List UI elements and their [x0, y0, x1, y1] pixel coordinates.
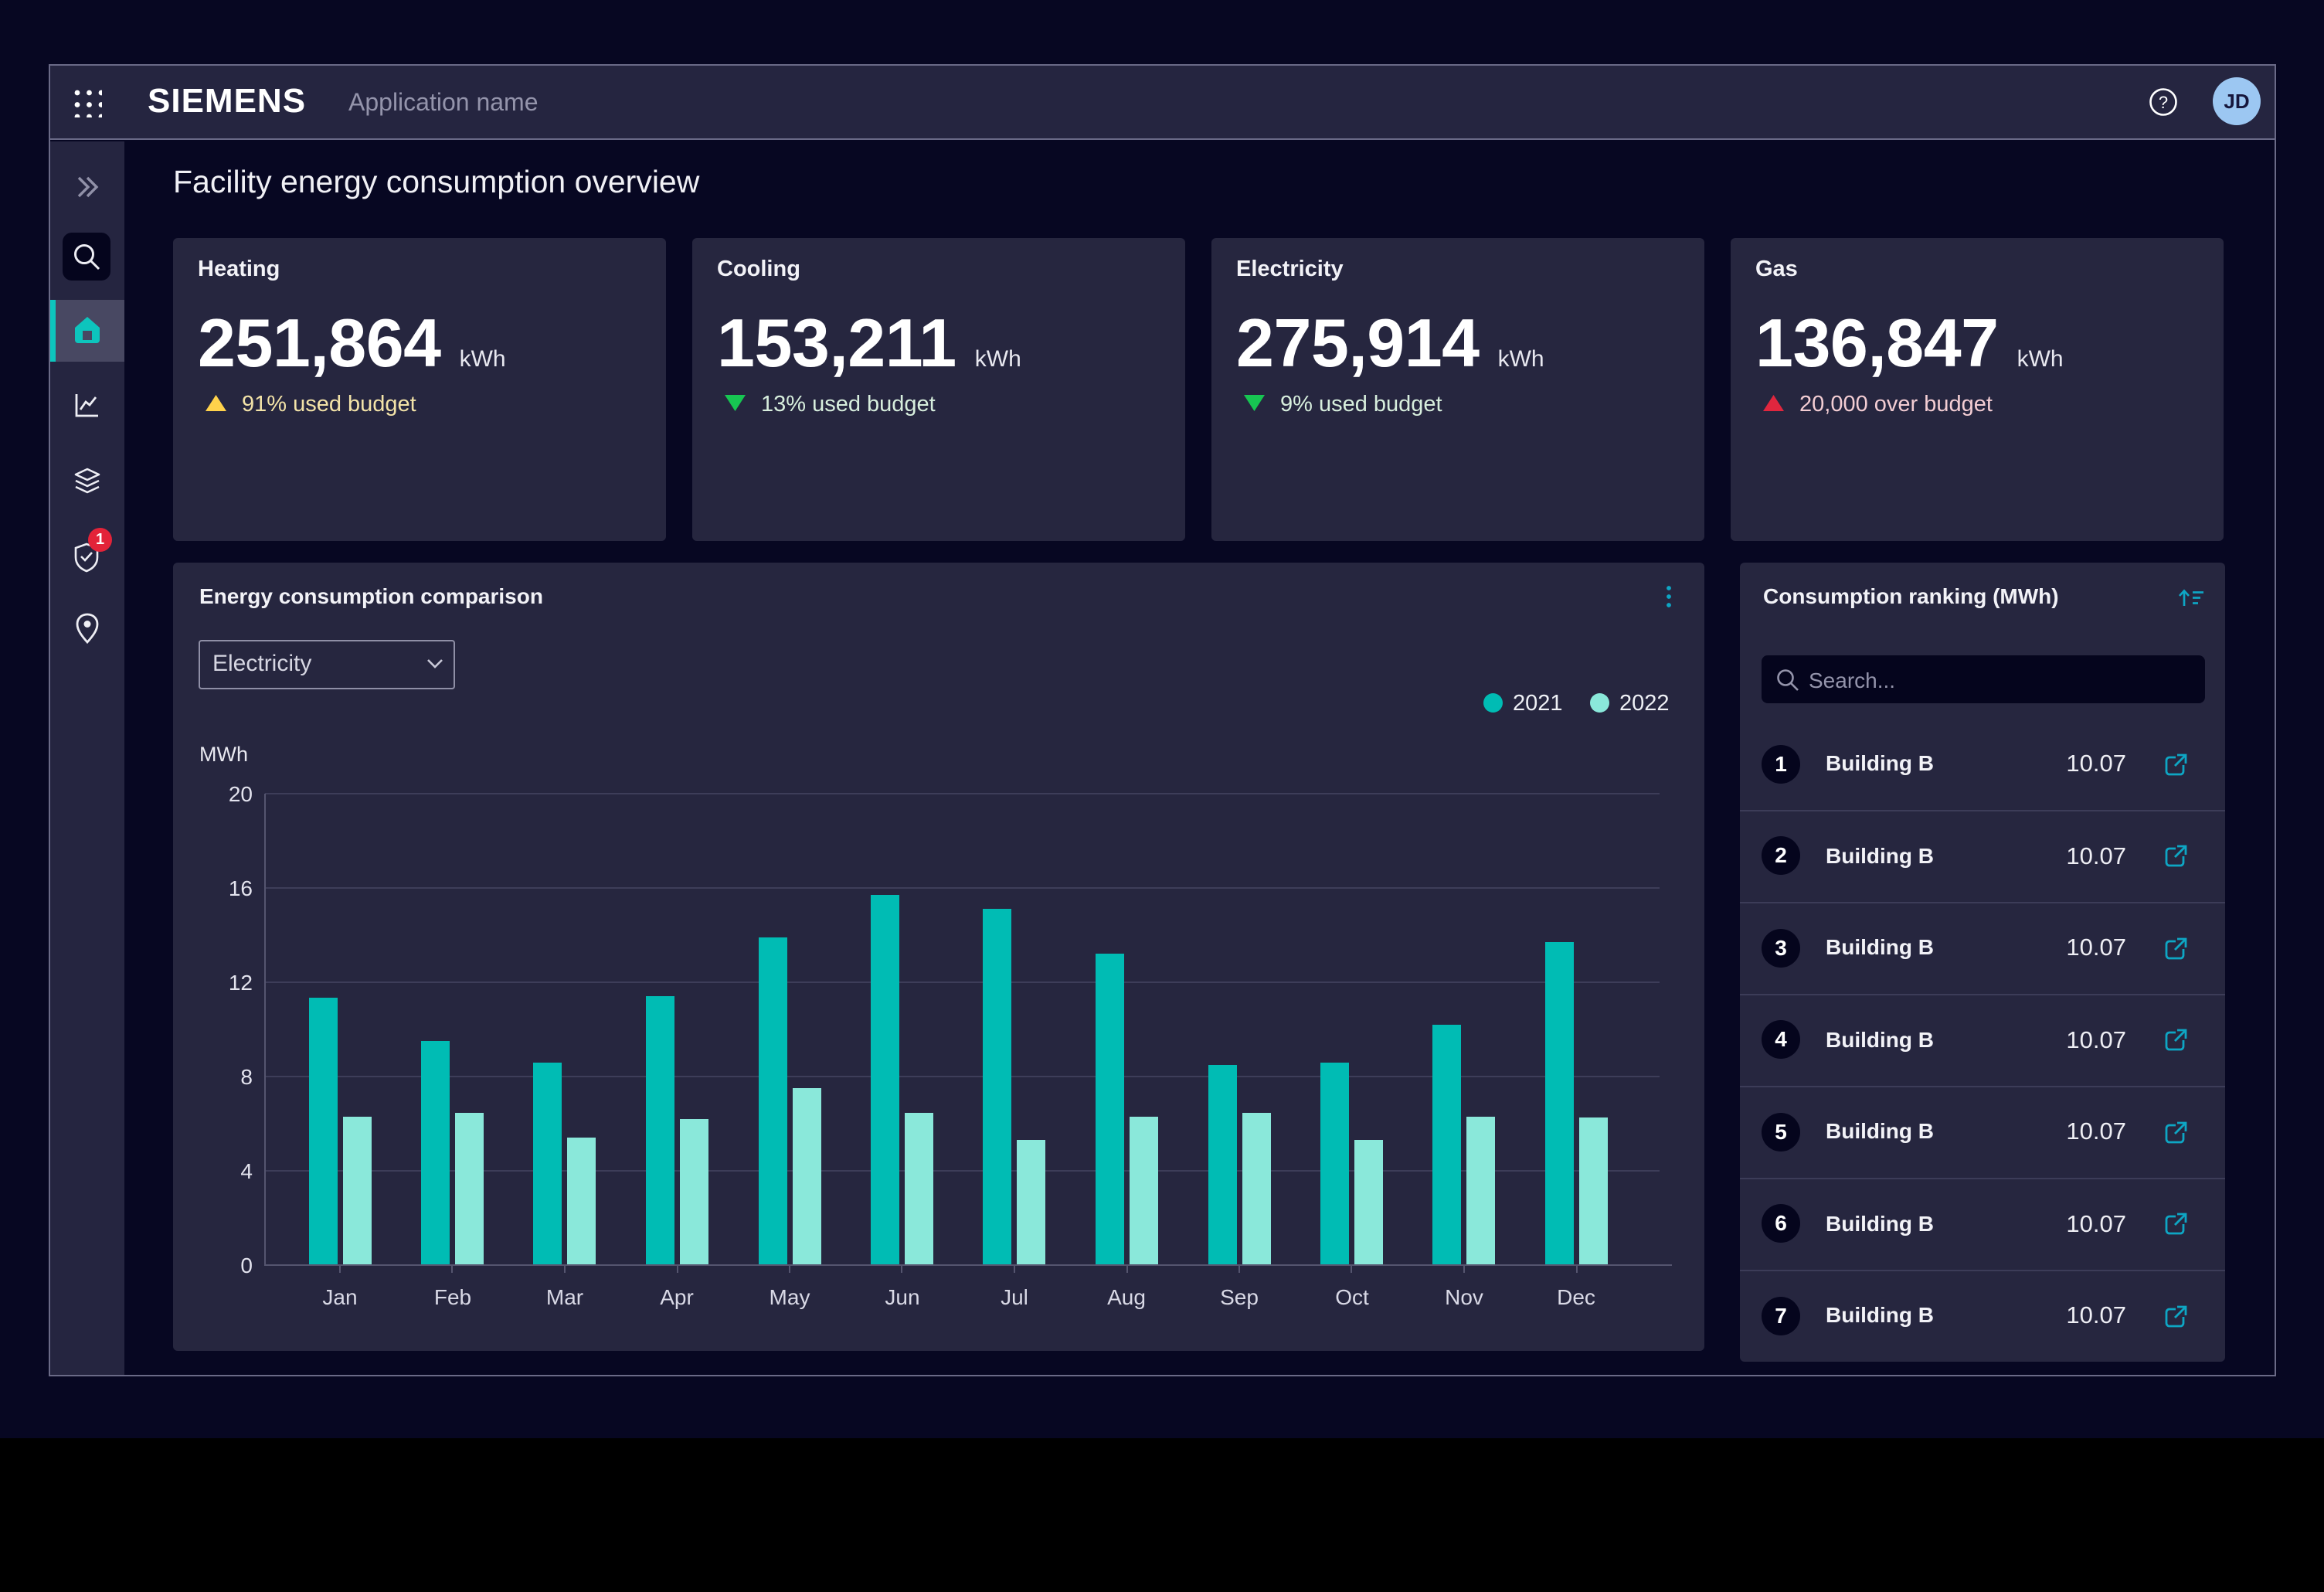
svg-text:?: ?	[2159, 93, 2168, 112]
